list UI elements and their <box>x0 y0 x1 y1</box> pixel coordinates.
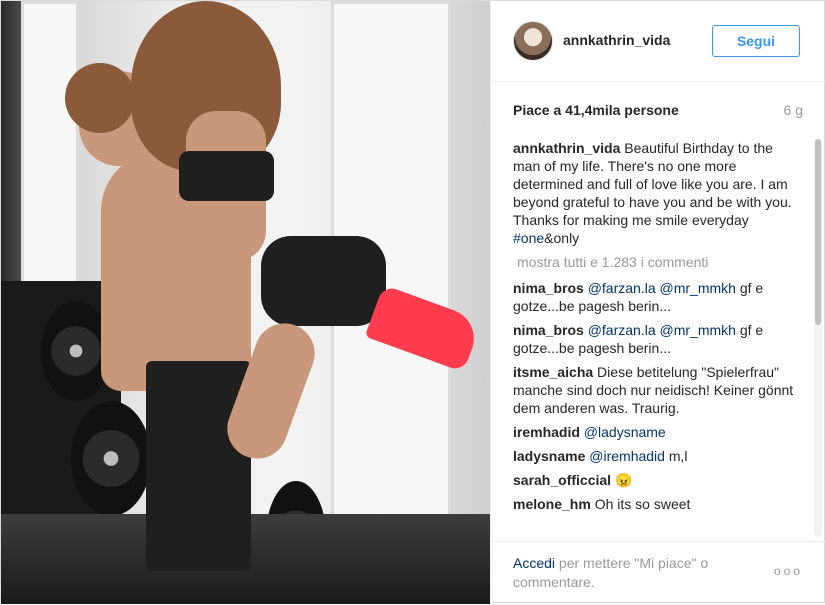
comment-scrollbar[interactable] <box>814 139 822 537</box>
post-username[interactable]: annkathrin_vida <box>563 32 670 48</box>
list-item: melone_hm Oh its so sweet <box>513 495 798 513</box>
ellipsis-icon[interactable]: ooo <box>774 564 803 578</box>
caption-tail: &only <box>544 230 580 246</box>
list-item: nima_bros @farzan.la @mr_mmkh gf e gotze… <box>513 321 798 357</box>
list-item: nima_bros @farzan.la @mr_mmkh gf e gotze… <box>513 279 798 315</box>
avatar[interactable] <box>513 21 553 61</box>
post-header: annkathrin_vida Segui <box>491 1 825 82</box>
comment-mention[interactable]: @farzan.la @mr_mmkh <box>588 280 736 296</box>
photo-man-shorts <box>146 361 251 571</box>
comment-username[interactable]: nima_bros <box>513 280 584 296</box>
login-link[interactable]: Accedi <box>513 555 555 571</box>
view-all-comments[interactable]: mostra tutti e 1.283 i commenti <box>517 253 798 271</box>
hashtag-link[interactable]: #one <box>513 230 544 246</box>
comment-mention[interactable]: @iremhadid <box>589 448 665 464</box>
caption: annkathrin_vida Beautiful Birthday to th… <box>513 139 798 247</box>
comment-username[interactable]: ladysname <box>513 448 585 464</box>
likes-count[interactable]: Piace a 41,4mila persone <box>513 102 679 118</box>
comment-username[interactable]: melone_hm <box>513 496 591 512</box>
scrollbar-thumb[interactable] <box>815 139 821 325</box>
list-item: sarah_officcial 😠 <box>513 471 798 489</box>
login-prompt: Accedi per mettere "Mi piace" o commenta… <box>513 554 773 592</box>
photo-woman-shorts <box>261 236 386 326</box>
post-age[interactable]: 6 g <box>784 102 803 118</box>
post-footer: Accedi per mettere "Mi piace" o commenta… <box>491 541 825 605</box>
follow-button[interactable]: Segui <box>712 25 800 57</box>
list-item: itsme_aicha Diese betitelung "Spielerfra… <box>513 363 798 417</box>
comment-text: m,l <box>664 448 688 464</box>
photo-woman-top <box>179 151 274 201</box>
post-modal: annkathrin_vida Segui Piace a 41,4mila p… <box>0 0 825 604</box>
list-item: ladysname @iremhadid m,l <box>513 447 798 465</box>
comment-list[interactable]: annkathrin_vida Beautiful Birthday to th… <box>513 139 798 535</box>
comment-username[interactable]: iremhadid <box>513 424 580 440</box>
caption-username[interactable]: annkathrin_vida <box>513 140 620 156</box>
photo-man-hair <box>65 63 135 133</box>
comment-text: Oh its so sweet <box>590 496 691 512</box>
comment-mention[interactable]: @ladysname <box>584 424 666 440</box>
comment-mention[interactable]: @farzan.la @mr_mmkh <box>588 322 736 338</box>
post-photo[interactable] <box>1 1 490 604</box>
comment-username[interactable]: sarah_officcial <box>513 472 611 488</box>
comment-emoji: 😠 <box>611 472 633 488</box>
post-sidebar: annkathrin_vida Segui Piace a 41,4mila p… <box>490 1 825 604</box>
comment-username[interactable]: nima_bros <box>513 322 584 338</box>
list-item: iremhadid @ladysname <box>513 423 798 441</box>
photo-plate <box>71 401 151 516</box>
comment-username[interactable]: itsme_aicha <box>513 364 593 380</box>
